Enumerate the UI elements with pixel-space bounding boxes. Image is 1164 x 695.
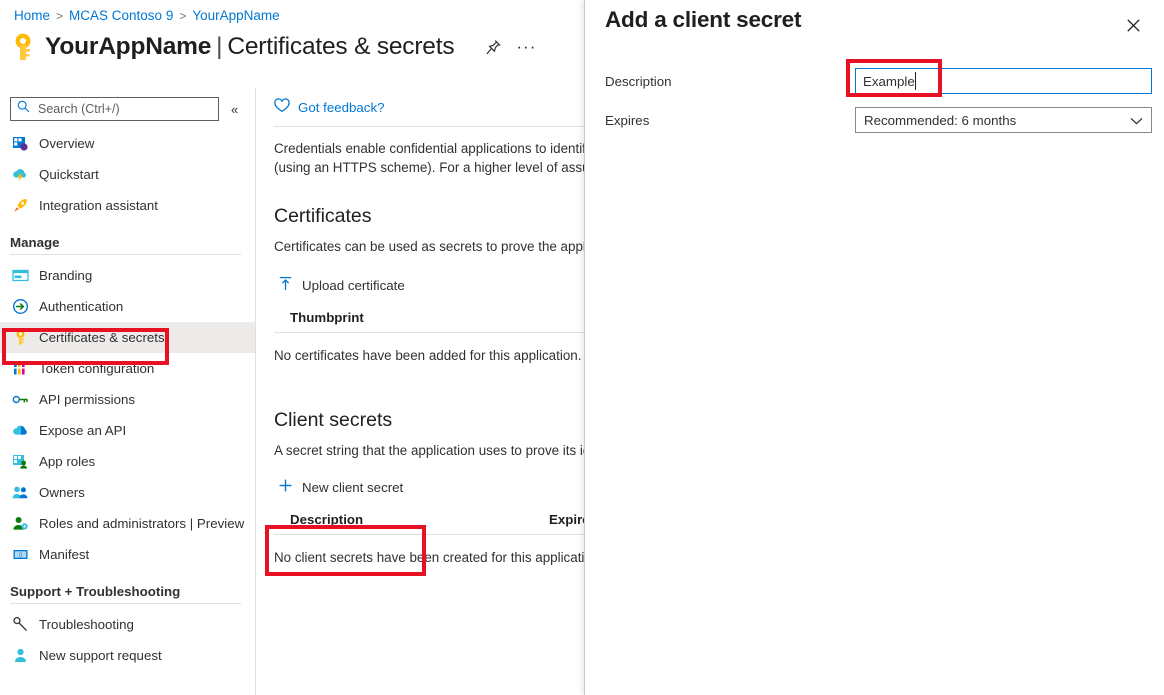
heart-icon [274, 98, 290, 116]
page-title-app: YourAppName [45, 33, 212, 60]
collapse-sidebar-button[interactable]: « [231, 103, 238, 116]
breadcrumb-separator: > [179, 8, 187, 23]
token-bars-icon [12, 360, 29, 377]
breadcrumb-item-app[interactable]: YourAppName [192, 8, 279, 23]
search-input[interactable] [36, 101, 212, 117]
page-title-section: Certificates & secrets [227, 33, 455, 60]
expires-label: Expires [605, 112, 650, 128]
new-client-secret-label: New client secret [302, 479, 404, 495]
plus-icon [278, 478, 293, 496]
azure-portal-screen: Home > MCAS Contoso 9 > YourAppName Your… [0, 0, 1164, 695]
page-title-separator: | [216, 33, 223, 60]
close-icon[interactable] [1120, 12, 1146, 38]
add-client-secret-panel: Add a client secret Description Expires … [584, 0, 1164, 695]
text-caret [915, 72, 916, 90]
sidebar-item-expose-an-api[interactable]: Expose an API [0, 415, 255, 446]
sidebar-item-roles-and-administrators[interactable]: Roles and administrators | Preview [0, 508, 255, 539]
sidebar-group-manage: Manage [10, 235, 60, 250]
sidebar-item-quickstart[interactable]: Quickstart [0, 159, 255, 190]
sidebar-search-area: « [10, 97, 238, 121]
sidebar-item-label: Overview [39, 136, 95, 151]
description-label: Description [605, 73, 672, 89]
new-client-secret-button[interactable]: New client secret [274, 474, 409, 500]
sidebar-item-label: Integration assistant [39, 198, 159, 213]
sidebar-item-label: Owners [39, 485, 85, 500]
sidebar-divider [10, 254, 241, 255]
svg-text:{}: {} [19, 552, 23, 558]
cloud-icon [12, 422, 29, 439]
sidebar-item-label: App roles [39, 454, 96, 469]
sidebar-item-authentication[interactable]: Authentication [0, 291, 255, 322]
sidebar-item-label: Quickstart [39, 167, 99, 182]
grid-overview-icon [12, 135, 29, 152]
sidebar-item-label: New support request [39, 648, 162, 663]
sidebar-item-branding[interactable]: Branding [0, 260, 255, 291]
support-person-icon [12, 647, 29, 664]
rocket-icon [12, 197, 29, 214]
sidebar-nav: Overview Quickstart Integration assistan… [0, 128, 255, 671]
pin-icon[interactable] [485, 39, 502, 56]
cloud-lightning-icon [12, 166, 29, 183]
sidebar-item-certificates-and-secrets[interactable]: Certificates & secrets [0, 322, 255, 353]
description-input[interactable] [855, 68, 1152, 94]
upload-certificate-button[interactable]: Upload certificate [274, 272, 411, 298]
owners-people-icon [12, 484, 29, 501]
authentication-arrow-icon [12, 298, 29, 315]
breadcrumb-separator: > [56, 8, 64, 23]
search-box[interactable] [10, 97, 219, 121]
sidebar-item-label: Branding [39, 268, 93, 283]
page-title: YourAppName | Certificates & secrets [45, 33, 455, 61]
chevron-down-icon [1130, 113, 1143, 128]
roles-person-icon [12, 515, 29, 532]
wrench-icon [12, 616, 29, 633]
search-icon [17, 100, 30, 118]
sidebar-group-support-troubleshooting: Support + Troubleshooting [10, 584, 181, 599]
sidebar-item-owners[interactable]: Owners [0, 477, 255, 508]
branding-window-icon [12, 267, 29, 284]
page-title-row: YourAppName | Certificates & secrets ··· [10, 32, 536, 62]
sidebar-item-overview[interactable]: Overview [0, 128, 255, 159]
sidebar-item-label: Certificates & secrets [39, 330, 165, 345]
column-header-thumbprint: Thumbprint [290, 310, 364, 325]
key-icon [12, 329, 29, 346]
breadcrumb-item-tenant[interactable]: MCAS Contoso 9 [69, 8, 173, 23]
expires-field-row: Expires Recommended: 6 months [605, 107, 1152, 133]
sidebar-item-new-support-request[interactable]: New support request [0, 640, 255, 671]
sidebar-item-label: API permissions [39, 392, 136, 407]
sidebar-item-label: Troubleshooting [39, 617, 134, 632]
upload-arrow-icon [278, 276, 293, 294]
title-actions: ··· [485, 38, 536, 56]
sidebar-item-troubleshooting[interactable]: Troubleshooting [0, 609, 255, 640]
sidebar-item-app-roles[interactable]: App roles [0, 446, 255, 477]
upload-certificate-label: Upload certificate [302, 277, 405, 293]
sidebar-item-label: Expose an API [39, 423, 127, 438]
breadcrumb-item-home[interactable]: Home [14, 8, 50, 23]
expires-selected-value: Recommended: 6 months [864, 112, 1017, 128]
app-roles-icon [12, 453, 29, 470]
sidebar-item-label: Roles and administrators | Preview [39, 516, 245, 531]
got-feedback-button[interactable]: Got feedback? [274, 98, 385, 116]
manifest-icon: {} [12, 546, 29, 563]
sidebar-item-api-permissions[interactable]: API permissions [0, 384, 255, 415]
sidebar-item-label: Token configuration [39, 361, 155, 376]
api-key-icon [12, 391, 29, 408]
column-header-description: Description [290, 512, 364, 527]
sidebar-item-label: Manifest [39, 547, 90, 562]
got-feedback-label: Got feedback? [298, 99, 385, 115]
sidebar-item-token-configuration[interactable]: Token configuration [0, 353, 255, 384]
key-icon [10, 32, 36, 62]
breadcrumb: Home > MCAS Contoso 9 > YourAppName [14, 8, 280, 23]
sidebar-divider [10, 603, 241, 604]
panel-title: Add a client secret [605, 7, 802, 32]
description-field-row: Description [605, 68, 1152, 94]
sidebar-item-integration-assistant[interactable]: Integration assistant [0, 190, 255, 221]
sidebar-item-manifest[interactable]: {} Manifest [0, 539, 255, 570]
expires-dropdown[interactable]: Recommended: 6 months [855, 107, 1152, 133]
more-options-button[interactable]: ··· [516, 38, 536, 55]
description-input-wrapper [855, 68, 1152, 94]
sidebar-item-label: Authentication [39, 299, 124, 314]
